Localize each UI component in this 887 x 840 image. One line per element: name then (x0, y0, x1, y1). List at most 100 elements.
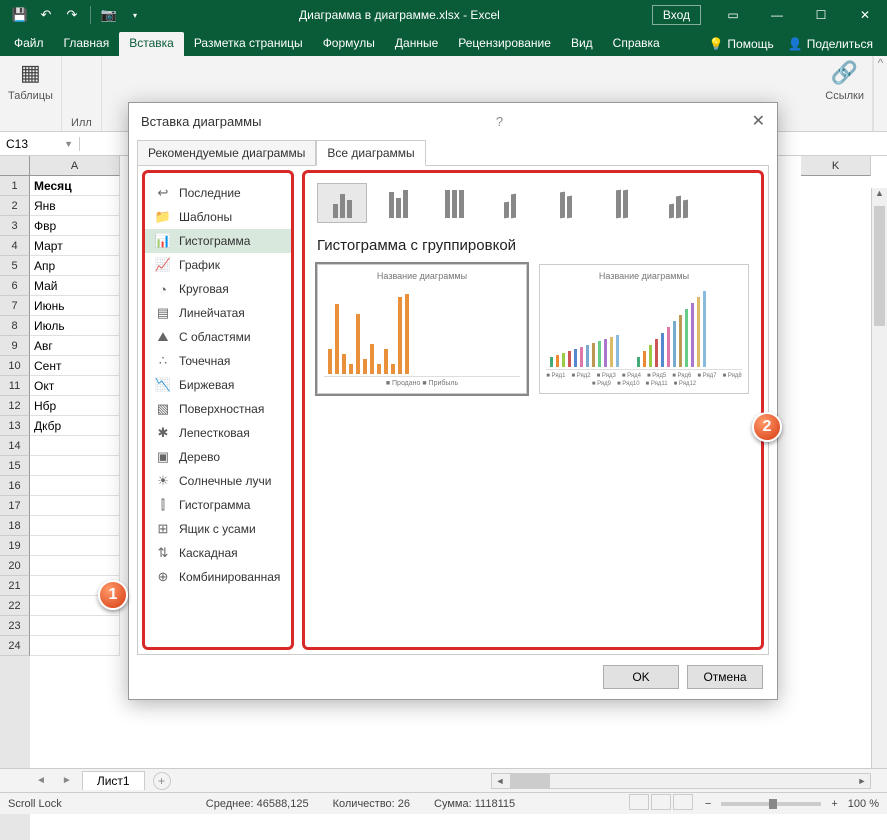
cell[interactable]: Месяц (30, 176, 120, 196)
undo-icon[interactable]: ↶ (34, 3, 58, 27)
chart-category-item[interactable]: 📉Биржевая (145, 373, 291, 397)
row-header[interactable]: 19 (0, 536, 30, 556)
ribbon-group-links[interactable]: 🔗 Ссылки (817, 56, 873, 131)
chart-category-item[interactable]: ↩Последние (145, 181, 291, 205)
chart-category-item[interactable]: ⊞Ящик с усами (145, 517, 291, 541)
zoom-in-button[interactable]: + (831, 798, 837, 810)
row-header[interactable]: 24 (0, 636, 30, 656)
chart-category-item[interactable]: 📊Гистограмма (145, 229, 291, 253)
sign-in-button[interactable]: Вход (652, 5, 701, 25)
cell[interactable]: Сент (30, 356, 120, 376)
row-header[interactable]: 21 (0, 576, 30, 596)
chart-category-item[interactable]: ⫿Гистограмма (145, 493, 291, 517)
minimize-button[interactable]: — (755, 0, 799, 30)
close-button[interactable]: ✕ (843, 0, 887, 30)
cell[interactable]: Фвр (30, 216, 120, 236)
redo-icon[interactable]: ↷ (60, 3, 84, 27)
row-header[interactable]: 9 (0, 336, 30, 356)
ribbon-display-icon[interactable]: ▭ (711, 0, 755, 30)
chart-category-item[interactable]: ☀Солнечные лучи (145, 469, 291, 493)
tell-me[interactable]: 💡Помощь (708, 37, 773, 51)
horizontal-scrollbar[interactable]: ◄► (491, 773, 871, 789)
chart-category-item[interactable]: ▤Линейчатая (145, 301, 291, 325)
row-header[interactable]: 13 (0, 416, 30, 436)
row-header[interactable]: 10 (0, 356, 30, 376)
help-icon[interactable]: ? (496, 114, 503, 129)
tab-file[interactable]: Файл (4, 32, 54, 56)
chart-category-item[interactable]: ∴Точечная (145, 349, 291, 373)
row-header[interactable]: 15 (0, 456, 30, 476)
cell[interactable]: Июль (30, 316, 120, 336)
tab-data[interactable]: Данные (385, 32, 448, 56)
cell[interactable] (30, 436, 120, 456)
zoom-out-button[interactable]: − (705, 798, 711, 810)
cell[interactable] (30, 476, 120, 496)
row-header[interactable]: 4 (0, 236, 30, 256)
row-header[interactable]: 1 (0, 176, 30, 196)
chart-category-item[interactable]: ◔Круговая (145, 277, 291, 301)
cell[interactable]: Июнь (30, 296, 120, 316)
zoom-slider[interactable] (721, 802, 821, 806)
cell[interactable] (30, 496, 120, 516)
chart-category-item[interactable]: ▧Поверхностная (145, 397, 291, 421)
cell[interactable]: Май (30, 276, 120, 296)
chart-preview-2[interactable]: Название диаграммы ■ Ряд1■ Ряд2■ Ряд3■ Р… (539, 264, 749, 394)
subtype-stacked-column[interactable] (373, 183, 423, 223)
cell[interactable] (30, 536, 120, 556)
col-header-A[interactable]: A (30, 156, 120, 176)
ok-button[interactable]: OK (603, 665, 679, 689)
cell[interactable] (30, 516, 120, 536)
sheet-tab[interactable]: Лист1 (82, 771, 145, 790)
share-button[interactable]: 👤Поделиться (788, 37, 873, 51)
tab-recommended-charts[interactable]: Рекомендуемые диаграммы (137, 140, 316, 166)
cell[interactable]: Авг (30, 336, 120, 356)
subtype-3d-100-stacked[interactable] (597, 183, 647, 223)
subtype-3d-clustered[interactable] (485, 183, 535, 223)
tab-insert[interactable]: Вставка (119, 32, 184, 56)
row-header[interactable]: 3 (0, 216, 30, 236)
tab-all-charts[interactable]: Все диаграммы (316, 140, 425, 166)
tab-view[interactable]: Вид (561, 32, 603, 56)
row-header[interactable]: 2 (0, 196, 30, 216)
ribbon-group-tables[interactable]: ▦ Таблицы (0, 56, 62, 131)
row-header[interactable]: 14 (0, 436, 30, 456)
chart-category-item[interactable]: 📈График (145, 253, 291, 277)
camera-icon[interactable]: 📷 (97, 3, 121, 27)
vertical-scrollbar[interactable]: ▲ (871, 188, 887, 768)
cell[interactable]: Дкбр (30, 416, 120, 436)
tab-page-layout[interactable]: Разметка страницы (184, 32, 313, 56)
sheet-nav-next-icon[interactable]: ► (56, 775, 78, 786)
ribbon-collapse-icon[interactable]: ^ (873, 56, 887, 131)
subtype-3d-stacked[interactable] (541, 183, 591, 223)
cell[interactable]: Окт (30, 376, 120, 396)
tab-review[interactable]: Рецензирование (448, 32, 561, 56)
cell[interactable]: Янв (30, 196, 120, 216)
cell[interactable] (30, 456, 120, 476)
chart-category-item[interactable]: ▣Дерево (145, 445, 291, 469)
row-header[interactable]: 12 (0, 396, 30, 416)
name-box[interactable]: C13▼ (0, 137, 80, 151)
cancel-button[interactable]: Отмена (687, 665, 763, 689)
chart-preview-1[interactable]: Название диаграммы ■ Продано ■ Прибыль (317, 264, 527, 394)
row-header[interactable]: 22 (0, 596, 30, 616)
chart-category-item[interactable]: ⊕Комбинированная (145, 565, 291, 589)
subtype-100-stacked-column[interactable] (429, 183, 479, 223)
cell[interactable] (30, 636, 120, 656)
add-sheet-button[interactable]: + (153, 772, 171, 790)
tab-home[interactable]: Главная (54, 32, 120, 56)
cell[interactable]: Апр (30, 256, 120, 276)
row-header[interactable]: 7 (0, 296, 30, 316)
sheet-nav-prev-icon[interactable]: ◄ (30, 775, 52, 786)
maximize-button[interactable]: ☐ (799, 0, 843, 30)
cell[interactable] (30, 556, 120, 576)
ribbon-group-illustrations[interactable]: Илл (62, 56, 102, 131)
tab-formulas[interactable]: Формулы (313, 32, 385, 56)
row-header[interactable]: 23 (0, 616, 30, 636)
save-icon[interactable]: 💾 (8, 3, 32, 27)
chart-category-item[interactable]: ✱Лепестковая (145, 421, 291, 445)
col-header-K[interactable]: K (801, 156, 871, 176)
cell[interactable]: Нбр (30, 396, 120, 416)
row-header[interactable]: 8 (0, 316, 30, 336)
row-header[interactable]: 16 (0, 476, 30, 496)
cell[interactable] (30, 616, 120, 636)
